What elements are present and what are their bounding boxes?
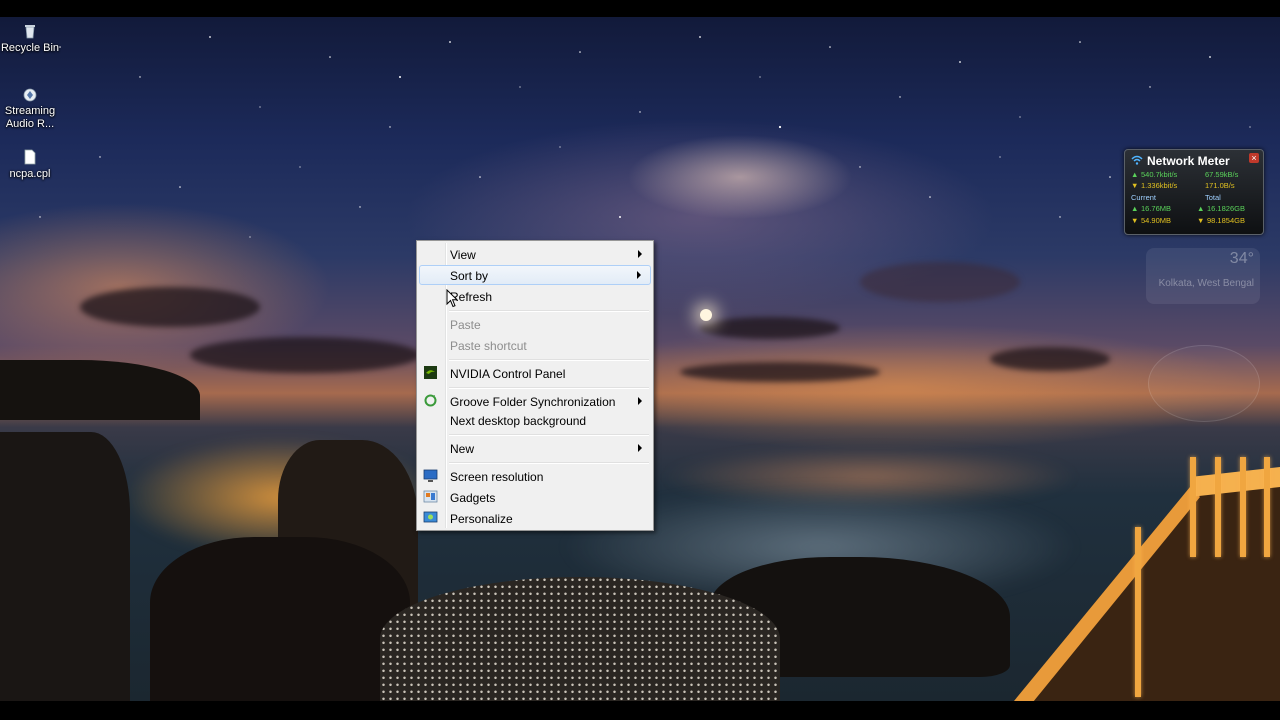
cloud bbox=[190, 337, 420, 373]
menu-item-label: Personalize bbox=[450, 512, 513, 526]
menu-separator bbox=[449, 359, 649, 361]
menu-separator bbox=[449, 310, 649, 312]
menu-item-label: Gadgets bbox=[450, 491, 496, 505]
down-arrow-icon: ▼ bbox=[1131, 216, 1139, 225]
menu-item-screen-resolution[interactable]: Screen resolution bbox=[419, 466, 651, 486]
current-label: Current bbox=[1131, 193, 1157, 202]
nvidia-icon bbox=[424, 366, 437, 379]
menu-item-label: New bbox=[450, 442, 475, 456]
submenu-arrow-icon bbox=[638, 250, 642, 258]
menu-item-label: Screen resolution bbox=[450, 470, 544, 484]
menu-item-next-desktop-background[interactable]: Next desktop background bbox=[419, 410, 651, 430]
desktop-icon-ncpa[interactable]: ncpa.cpl bbox=[0, 148, 64, 181]
menu-item-sort-by[interactable]: Sort by bbox=[419, 265, 651, 285]
network-meter-title: Network Meter bbox=[1147, 154, 1230, 168]
upload-rate-bytes: 67.59kB/s bbox=[1205, 170, 1239, 179]
gadgets-icon bbox=[423, 490, 438, 503]
desktop-icon-recycle-bin[interactable]: Recycle Bin bbox=[0, 22, 64, 55]
submenu-arrow-icon bbox=[638, 397, 642, 405]
menu-item-label: Next desktop background bbox=[450, 414, 587, 428]
menu-item-label: Sort by bbox=[450, 269, 489, 283]
clock-gadget[interactable] bbox=[1148, 345, 1260, 422]
desktop-icon-label: Recycle Bin bbox=[0, 42, 60, 54]
rail-post bbox=[1240, 457, 1246, 557]
cloud bbox=[700, 317, 840, 339]
monitor-icon bbox=[423, 469, 438, 482]
weather-gadget[interactable]: 34° Kolkata, West Bengal bbox=[1146, 248, 1260, 304]
cloud bbox=[860, 262, 1020, 302]
menu-item-label: Groove Folder Synchronization bbox=[450, 395, 616, 409]
down-arrow-icon: ▼ bbox=[1197, 216, 1205, 225]
rail-post bbox=[1264, 457, 1270, 557]
total-upload: 16.1826GB bbox=[1207, 204, 1245, 213]
mouse-cursor-icon bbox=[446, 289, 458, 308]
rail-post bbox=[1215, 457, 1221, 557]
menu-item-groove-sync[interactable]: Groove Folder Synchronization bbox=[419, 391, 651, 411]
cloud bbox=[680, 362, 880, 382]
menu-item-paste[interactable]: Paste bbox=[419, 314, 651, 334]
up-arrow-icon: ▲ bbox=[1197, 204, 1205, 213]
groove-sync-icon bbox=[424, 394, 437, 407]
menu-item-paste-shortcut[interactable]: Paste shortcut bbox=[419, 335, 651, 355]
menu-separator bbox=[449, 434, 649, 436]
rock bbox=[150, 537, 410, 701]
menu-item-new[interactable]: New bbox=[419, 438, 651, 458]
current-upload: 16.76MB bbox=[1141, 204, 1172, 213]
recycle-bin-icon bbox=[25, 25, 35, 39]
upload-rate: 540.7kbit/s bbox=[1141, 170, 1178, 179]
desktop-context-menu: View Sort by Refresh Paste Paste shortcu… bbox=[416, 240, 654, 531]
menu-item-label: Paste shortcut bbox=[450, 339, 527, 353]
desktop-icon-streaming-audio[interactable]: Streaming Audio R... bbox=[0, 85, 64, 131]
close-icon[interactable]: × bbox=[1249, 153, 1259, 163]
submenu-arrow-icon bbox=[637, 271, 641, 279]
download-rate: 1.336kbit/s bbox=[1141, 181, 1178, 190]
total-label: Total bbox=[1205, 193, 1221, 202]
network-meter-gadget[interactable]: Network Meter × ▲ 540.7kbit/s 67.59kB/s … bbox=[1124, 149, 1264, 235]
weather-location: Kolkata, West Bengal bbox=[1158, 278, 1254, 289]
wifi-icon bbox=[1131, 155, 1143, 165]
submenu-arrow-icon bbox=[638, 444, 642, 452]
menu-item-label: View bbox=[450, 248, 476, 262]
file-icon bbox=[24, 149, 36, 165]
up-arrow-icon: ▲ bbox=[1131, 170, 1139, 179]
up-arrow-icon: ▲ bbox=[1131, 204, 1139, 213]
desktop-icon-label: Streaming Audio R... bbox=[4, 105, 56, 130]
current-download: 54.90MB bbox=[1141, 216, 1172, 225]
rock bbox=[0, 432, 130, 701]
menu-separator bbox=[449, 387, 649, 389]
gannet-colony bbox=[380, 577, 780, 701]
menu-item-gadgets[interactable]: Gadgets bbox=[419, 487, 651, 507]
cloud bbox=[80, 287, 260, 327]
personalize-icon bbox=[423, 511, 438, 523]
rail-post bbox=[1190, 457, 1196, 557]
letterbox-top bbox=[0, 0, 1280, 17]
menu-item-label: Paste bbox=[450, 318, 481, 332]
desktop-icon-label: ncpa.cpl bbox=[9, 168, 51, 180]
total-download: 98.1854GB bbox=[1207, 216, 1245, 225]
down-arrow-icon: ▼ bbox=[1131, 181, 1139, 190]
boardwalk bbox=[960, 467, 1280, 701]
moon bbox=[700, 309, 712, 321]
menu-item-nvidia-control-panel[interactable]: NVIDIA Control Panel bbox=[419, 363, 651, 383]
cloud bbox=[990, 347, 1110, 371]
menu-item-label: NVIDIA Control Panel bbox=[450, 367, 566, 381]
menu-separator bbox=[449, 462, 649, 464]
audio-icon bbox=[23, 88, 37, 102]
weather-temperature: 34° bbox=[1229, 250, 1254, 267]
download-rate-bytes: 171.0B/s bbox=[1205, 181, 1235, 190]
menu-item-view[interactable]: View bbox=[419, 244, 651, 264]
menu-item-personalize[interactable]: Personalize bbox=[419, 508, 651, 528]
rail-post bbox=[1135, 527, 1141, 697]
letterbox-bottom bbox=[0, 701, 1280, 720]
